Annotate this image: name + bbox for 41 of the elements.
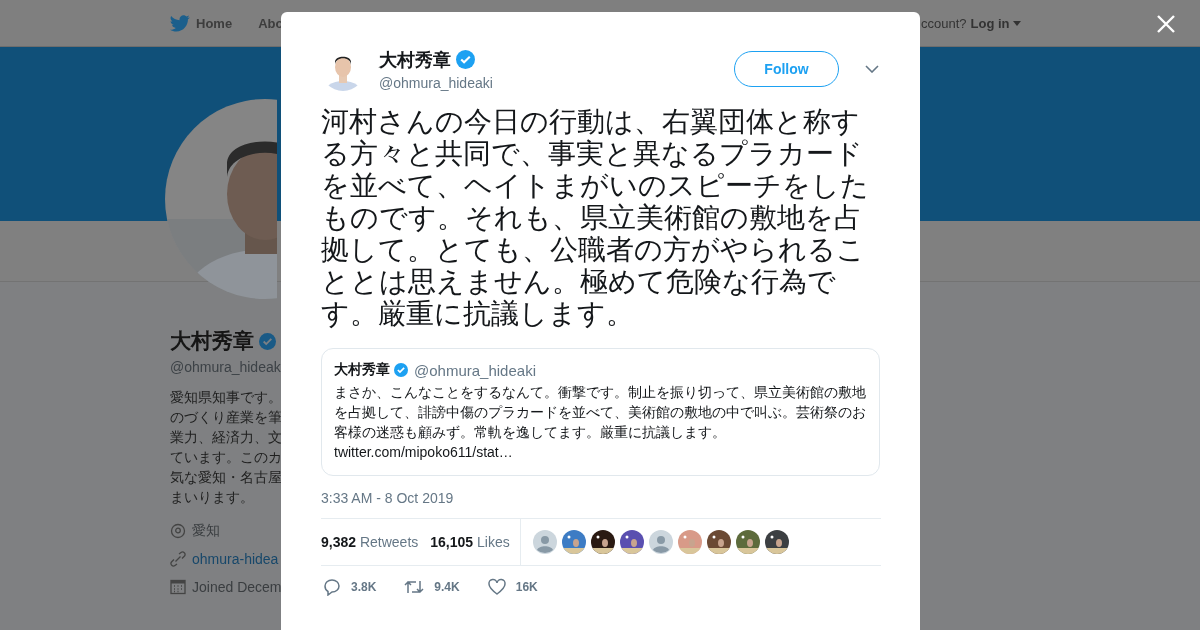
bird-icon xyxy=(170,14,190,32)
bio-line: 愛知県知事です。 xyxy=(170,388,282,407)
quoted-tweet-link[interactable]: twitter.com/mipoko611/stat… xyxy=(334,442,867,463)
engagement-count[interactable]: 16,105 Likes xyxy=(430,534,510,550)
like-button[interactable]: 16K xyxy=(485,578,538,596)
profile-handle: @ohmura_hideak xyxy=(170,359,281,375)
speech-bubble-icon xyxy=(323,578,341,596)
author-name[interactable]: 大村秀章 xyxy=(379,47,451,72)
bio-line: 気な愛知・名古屋 xyxy=(170,468,282,487)
default-avatar-icon[interactable] xyxy=(648,530,673,554)
quoted-author-handle: @ohmura_hideaki xyxy=(414,361,536,379)
account-prompt: ccount? xyxy=(921,15,967,31)
caret-icon xyxy=(1012,20,1021,26)
login-button[interactable]: Log in xyxy=(970,15,1021,31)
retweet-icon xyxy=(404,578,425,596)
nav-link[interactable]: Home xyxy=(170,14,233,32)
tweet-timestamp[interactable]: 3:33 AM - 8 Oct 2019 xyxy=(321,490,880,506)
location-pin-icon xyxy=(170,523,186,539)
quoted-tweet-text: まさか、こんなことをするなんて。衝撃です。制止を振り切って、県立美術館の敷地を占拠して、誹謗中傷のプラカードを並べて、美術館の敷地の中で叫ぶ。芸術祭のお客様の迷惑も顧みず。常軌を逸してます。厳重に抗議します。 xyxy=(334,383,867,442)
retweet-button[interactable]: 9.4K xyxy=(402,578,460,596)
joined-date: Joined Decem xyxy=(192,579,282,595)
tweet-text: 河村さんの今日の行動は、右翼団体と称する方々と共同で、事実と異なるプラカードを並べて、ヘイトまがいのスピーチをしたものです。それも、県立美術館の敷地を占拠して。とても、公職者の方がやられることとは思えません。極めて危険な行為です。厳重に抗議します。 xyxy=(321,106,870,330)
bio-line: 業力、経済力、文 xyxy=(170,428,282,447)
default-avatar-icon[interactable] xyxy=(532,530,557,554)
heart-icon xyxy=(487,578,506,596)
bio-line: まいります。 xyxy=(170,488,254,507)
close-button[interactable] xyxy=(1156,14,1176,34)
bio-line: ています。このカ xyxy=(170,448,282,467)
quoted-tweet-card[interactable]: 大村秀章 @ohmura_hideaki まさか、こんなことをするなんて。衝撃です。制止を振り切って、県立美術館の敷地を占拠して、誹謗中傷のプラカードを並べて、美術館の敷地の中で叫ぶ。芸術祭のお客様の迷惑も顧みず。常軌を逸してます。厳重に抗議します。 twitter.com/mipoko611/stat… xyxy=(321,348,880,476)
profile-name: 大村秀章 xyxy=(170,328,254,354)
bio-line: のづくり産業を筆 xyxy=(170,408,282,427)
profile-location: 愛知 xyxy=(192,522,220,540)
calendar-icon xyxy=(170,579,186,595)
link-icon xyxy=(170,551,186,567)
author-handle[interactable]: @ohmura_hideaki xyxy=(379,74,734,91)
follow-button[interactable]: Follow xyxy=(734,51,839,87)
chevron-down-icon[interactable] xyxy=(865,65,879,73)
quoted-author-name: 大村秀章 xyxy=(334,361,390,379)
engagement-count[interactable]: 9,382 Retweets xyxy=(321,534,419,550)
reply-button[interactable]: 3.8K xyxy=(321,578,377,596)
profile-link[interactable]: ohmura-hidea xyxy=(192,551,279,567)
